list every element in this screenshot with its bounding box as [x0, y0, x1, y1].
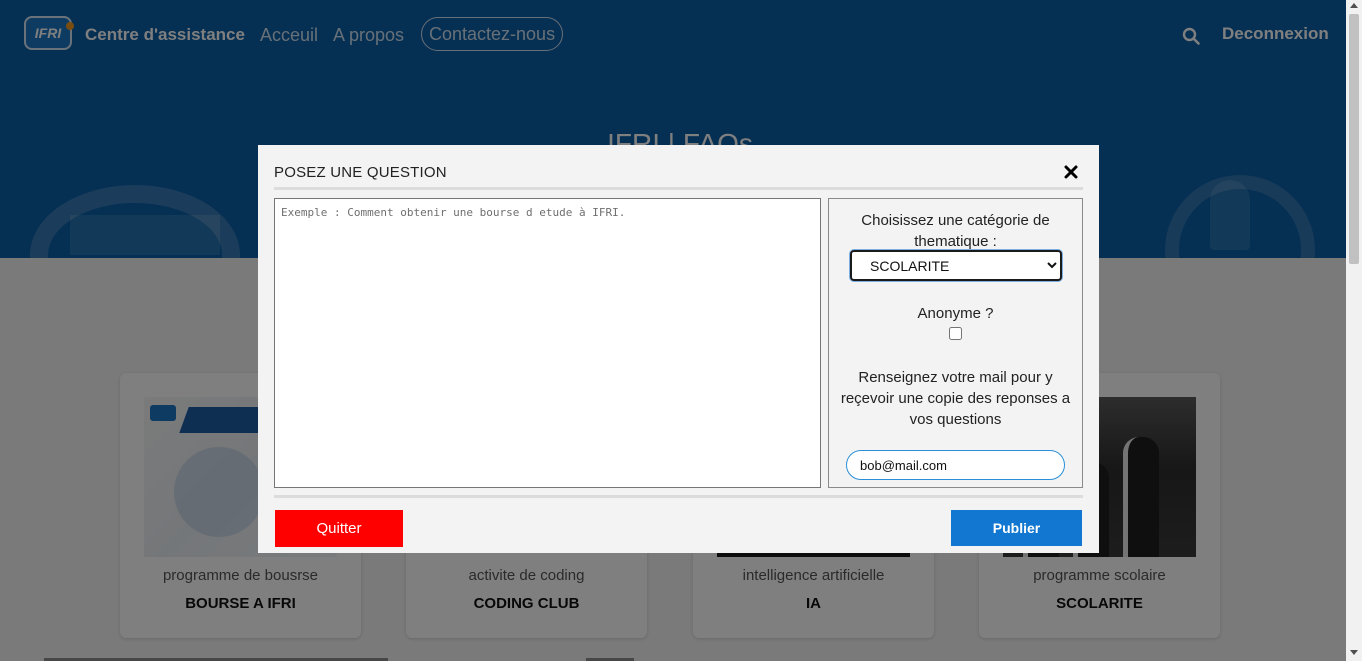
modal-divider [274, 187, 1083, 190]
scroll-up-arrow-icon[interactable] [1350, 3, 1358, 8]
scrollbar-thumb[interactable] [1349, 14, 1359, 264]
anonymous-checkbox[interactable] [949, 327, 962, 340]
publish-button[interactable]: Publier [951, 510, 1082, 546]
anonymous-label: Anonyme ? [917, 305, 994, 322]
scroll-down-arrow-icon[interactable] [1350, 650, 1358, 655]
modal-divider [274, 495, 1083, 498]
question-options-panel: Choisissez une catégorie de thematique :… [828, 198, 1083, 488]
quit-button[interactable]: Quitter [275, 510, 403, 547]
category-label: Choisissez une catégorie de thematique : [861, 212, 1050, 250]
modal-title: POSEZ UNE QUESTION [274, 164, 447, 181]
email-field[interactable] [846, 450, 1065, 480]
mail-label: Renseignez votre mail pour y reçevoir un… [840, 369, 1071, 428]
question-textarea[interactable] [274, 198, 821, 488]
vertical-scrollbar[interactable] [1346, 0, 1362, 661]
close-icon[interactable] [1064, 165, 1078, 179]
category-select[interactable]: SCOLARITE [850, 250, 1062, 281]
ask-question-modal: POSEZ UNE QUESTION Choisissez une catégo… [258, 145, 1099, 553]
